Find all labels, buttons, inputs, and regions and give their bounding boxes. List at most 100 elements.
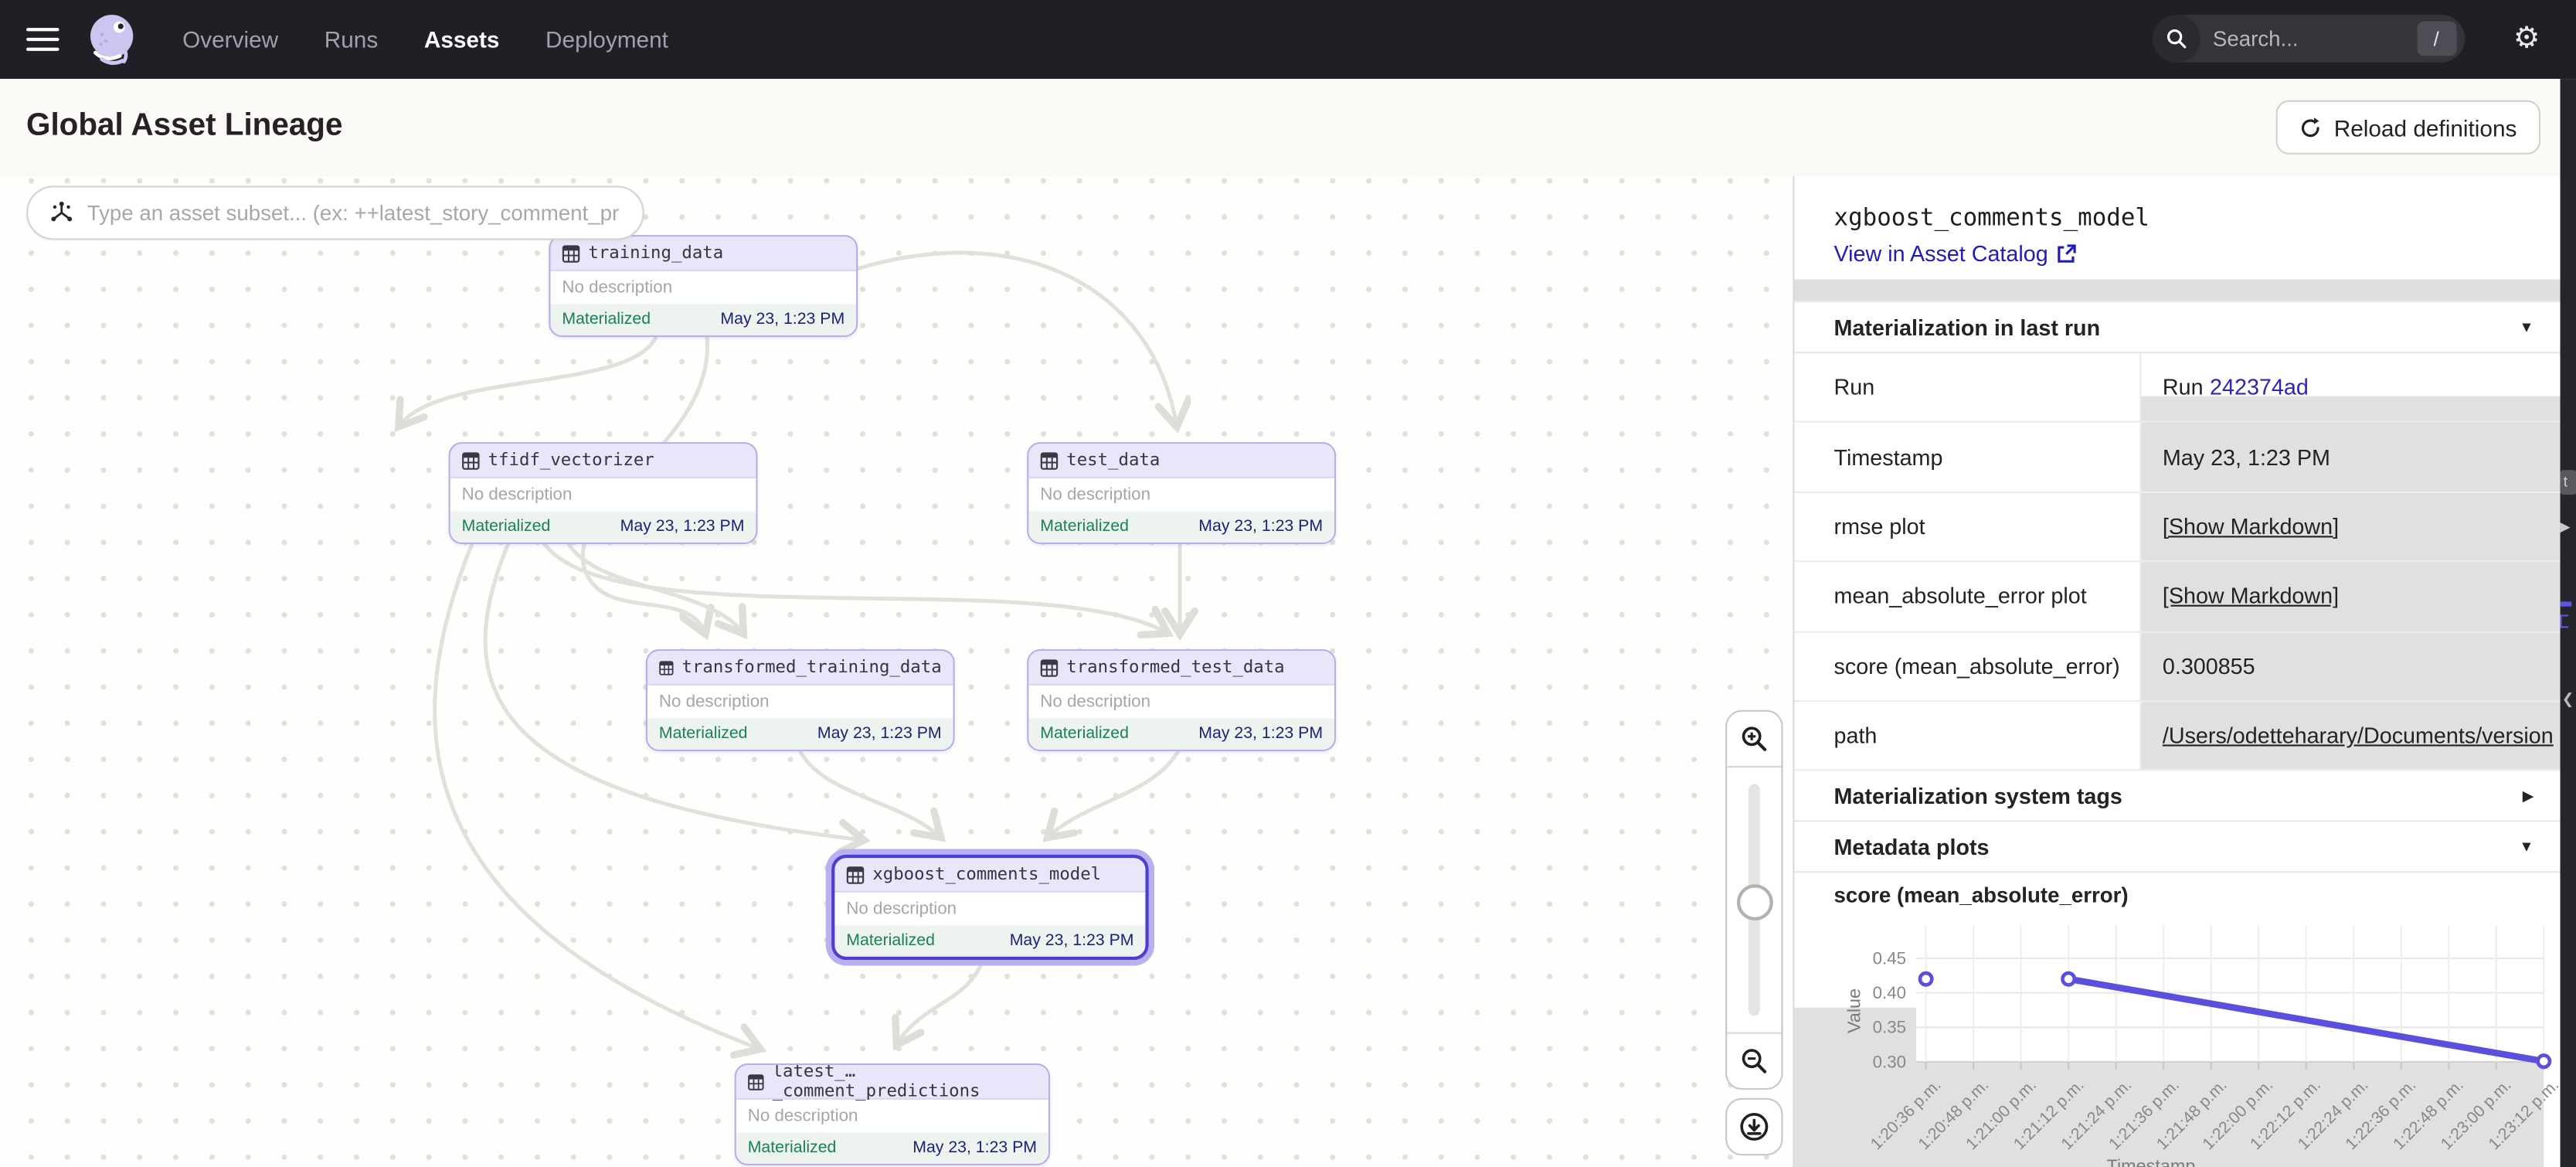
meta-key: Timestamp bbox=[1794, 423, 2141, 491]
edge-tfidf-transformed-test bbox=[542, 541, 1167, 633]
zoom-in-button[interactable] bbox=[1727, 712, 1781, 767]
materialized-time: May 23, 1:23 PM bbox=[720, 311, 845, 328]
asset-name: test_data bbox=[1066, 451, 1160, 471]
svg-text:0.40: 0.40 bbox=[1873, 984, 1906, 1003]
meta-key: mean_absolute_error plot bbox=[1794, 563, 2141, 631]
panel-overflow-strip: t ▶ ❮ bbox=[2561, 79, 2576, 1167]
section-materialization-system-tags[interactable]: Materialization system tags ▶ bbox=[1794, 771, 2560, 822]
asset-filter-input[interactable]: Type an asset subset... (ex: ++latest_st… bbox=[26, 185, 644, 240]
meta-key: Run bbox=[1794, 353, 2141, 421]
meta-row-score: score (mean_absolute_error) 0.300855 bbox=[1794, 632, 2560, 702]
show-markdown-link[interactable]: [Show Markdown] bbox=[2163, 584, 2339, 609]
download-icon bbox=[1738, 1111, 1769, 1142]
path-link[interactable]: /Users/odetteharary/Documents/version bbox=[2163, 723, 2554, 748]
asset-node-training-data[interactable]: training_data No description Materialize… bbox=[549, 235, 858, 337]
section-materialization-last-run[interactable]: Materialization in last run ▼ bbox=[1794, 301, 2560, 353]
table-icon bbox=[748, 1073, 764, 1090]
asset-description: No description bbox=[550, 271, 856, 305]
clipped-glyph: ▶ bbox=[2561, 519, 2571, 534]
op-selector-icon bbox=[49, 200, 74, 225]
meta-key: path bbox=[1794, 702, 2141, 770]
global-search-input[interactable]: Search... / bbox=[2152, 15, 2464, 63]
edge-training-tfidf bbox=[399, 334, 658, 426]
clipped-blue-glyph bbox=[2561, 601, 2572, 606]
nav-tab-assets[interactable]: Assets bbox=[424, 26, 500, 53]
section-metadata-plots[interactable]: Metadata plots ▼ bbox=[1794, 822, 2560, 873]
meta-value: [Show Markdown] bbox=[2141, 493, 2560, 561]
meta-key: score (mean_absolute_error) bbox=[1794, 632, 2141, 700]
asset-node-transformed-training-data[interactable]: transformed_training_data No description… bbox=[646, 649, 955, 751]
asset-node-tfidf-vectorizer[interactable]: tfidf_vectorizer No description Material… bbox=[449, 442, 758, 544]
asset-description: No description bbox=[647, 686, 953, 719]
meta-row-path: path /Users/odetteharary/Documents/versi… bbox=[1794, 702, 2560, 771]
page-title: Global Asset Lineage bbox=[26, 108, 342, 145]
nav-tab-runs[interactable]: Runs bbox=[325, 26, 379, 53]
asset-description: No description bbox=[834, 893, 1145, 926]
svg-text:0.30: 0.30 bbox=[1873, 1053, 1906, 1072]
nav-tabs: Overview Runs Assets Deployment bbox=[182, 26, 668, 53]
view-in-asset-catalog-link[interactable]: View in Asset Catalog bbox=[1834, 242, 2078, 267]
meta-row-mae-plot: mean_absolute_error plot [Show Markdown] bbox=[1794, 563, 2560, 632]
settings-gear-icon[interactable]: ⚙ bbox=[2513, 23, 2540, 53]
asset-name: training_data bbox=[588, 243, 723, 264]
chart-title: score (mean_absolute_error) bbox=[1794, 873, 2560, 917]
nav-tab-deployment[interactable]: Deployment bbox=[545, 26, 668, 53]
search-shortcut-badge: / bbox=[2417, 22, 2456, 56]
asset-node-test-data[interactable]: test_data No description Materialized May… bbox=[1027, 442, 1336, 544]
asset-description: No description bbox=[1028, 686, 1334, 719]
meta-value: /Users/odetteharary/Documents/version bbox=[2141, 702, 2560, 770]
chevron-right-icon: ▶ bbox=[2523, 787, 2534, 805]
asset-node-xgboost-comments-model[interactable]: xgboost_comments_model No description Ma… bbox=[831, 855, 1148, 960]
value-gray-fill bbox=[2141, 396, 2560, 421]
meta-value: 0.300855 bbox=[2141, 632, 2560, 700]
external-link-icon bbox=[2056, 243, 2078, 265]
clipped-glyph: ❮ bbox=[2562, 690, 2574, 708]
materialized-time: May 23, 1:23 PM bbox=[1198, 518, 1323, 536]
materialized-time: May 23, 1:23 PM bbox=[1010, 932, 1134, 950]
search-placeholder: Search... bbox=[2213, 26, 2417, 51]
edge-tfidf-latest bbox=[435, 541, 760, 1049]
edge-xgboost-latest bbox=[897, 960, 983, 1043]
app: Overview Runs Assets Deployment Search..… bbox=[0, 0, 2576, 1167]
asset-node-latest-comment-predictions[interactable]: latest_…_comment_predictions No descript… bbox=[735, 1063, 1050, 1165]
clipped-chip: t bbox=[2561, 470, 2576, 495]
filter-placeholder: Type an asset subset... (ex: ++latest_st… bbox=[87, 200, 619, 225]
table-icon bbox=[1040, 451, 1058, 469]
table-icon bbox=[562, 244, 579, 262]
dagster-logo-icon[interactable] bbox=[83, 12, 139, 67]
meta-row-timestamp: Timestamp May 23, 1:23 PM bbox=[1794, 423, 2560, 492]
edge-transformed-training-xgboost bbox=[799, 748, 940, 837]
svg-text:0.45: 0.45 bbox=[1873, 949, 1906, 968]
download-graph-button[interactable] bbox=[1725, 1098, 1782, 1155]
page-header: Global Asset Lineage Reload definitions bbox=[0, 79, 2576, 178]
table-icon bbox=[462, 451, 480, 469]
meta-key: rmse plot bbox=[1794, 493, 2141, 561]
materialized-time: May 23, 1:23 PM bbox=[817, 725, 942, 743]
search-icon bbox=[2152, 15, 2200, 63]
svg-text:0.35: 0.35 bbox=[1873, 1018, 1906, 1037]
status-badge: Materialized bbox=[562, 311, 651, 328]
metadata-chart[interactable]: 0.450.400.350.30Value 1:20:36 p.m.1:20:4… bbox=[1794, 917, 2560, 1167]
zoom-slider[interactable] bbox=[1727, 767, 1781, 1032]
asset-description: No description bbox=[1028, 478, 1334, 512]
table-icon bbox=[659, 658, 674, 676]
nav-tab-overview[interactable]: Overview bbox=[182, 26, 278, 53]
top-nav: Overview Runs Assets Deployment Search..… bbox=[0, 0, 2576, 79]
zoom-out-button[interactable] bbox=[1727, 1033, 1781, 1088]
panel-divider-band bbox=[1794, 280, 2560, 301]
reload-icon bbox=[2299, 116, 2323, 139]
asset-name: transformed_test_data bbox=[1066, 658, 1284, 678]
show-markdown-link[interactable]: [Show Markdown] bbox=[2163, 515, 2339, 539]
chevron-down-icon: ▼ bbox=[2520, 319, 2534, 335]
zoom-slider-handle[interactable] bbox=[1737, 884, 1773, 920]
asset-graph-canvas[interactable]: training_data No description Materialize… bbox=[0, 176, 1794, 1167]
meta-row-rmse-plot: rmse plot [Show Markdown] bbox=[1794, 493, 2560, 563]
table-icon bbox=[846, 866, 864, 883]
status-badge: Materialized bbox=[659, 725, 748, 743]
asset-name: tfidf_vectorizer bbox=[488, 451, 654, 471]
status-badge: Materialized bbox=[748, 1139, 837, 1157]
status-badge: Materialized bbox=[1040, 518, 1129, 536]
asset-node-transformed-test-data[interactable]: transformed_test_data No description Mat… bbox=[1027, 649, 1336, 751]
menu-icon[interactable] bbox=[26, 28, 59, 51]
reload-definitions-button[interactable]: Reload definitions bbox=[2276, 100, 2540, 155]
